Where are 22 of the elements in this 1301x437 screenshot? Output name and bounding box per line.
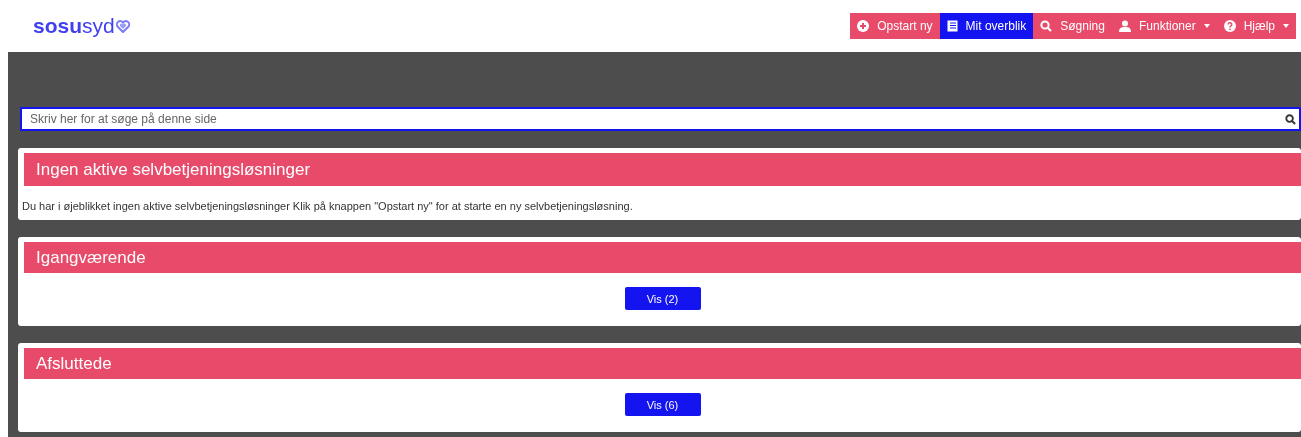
section-header: Afsluttede: [24, 348, 1301, 379]
nav-item[interactable]: Søgning: [1033, 13, 1112, 39]
section-header: Ingen aktive selvbetjeningsløsninger: [24, 153, 1301, 186]
show-button[interactable]: Vis (2): [624, 287, 701, 310]
heart-icon: [115, 19, 130, 33]
section-header: Igangværende: [24, 242, 1301, 273]
nav-item[interactable]: Hjælp: [1216, 13, 1296, 39]
nav-item[interactable]: Mit overblik: [939, 13, 1034, 39]
user-icon: [1118, 20, 1131, 32]
help-icon: [1223, 20, 1236, 32]
caret-icon: [1203, 24, 1210, 28]
search-icon: [1040, 20, 1053, 32]
plus-circle-icon: [857, 20, 870, 32]
nav-item[interactable]: Opstart ny: [850, 13, 940, 39]
caret-icon: [1283, 24, 1289, 28]
nav-item[interactable]: Funktioner: [1111, 13, 1217, 39]
search-icon[interactable]: [1285, 114, 1296, 125]
show-button[interactable]: Vis (6): [624, 393, 701, 416]
logo: sosusyd: [33, 14, 115, 38]
info-message: Du har i øjeblikket ingen aktive selvbetjeningsløsninger Klik på knappen "Opstart ny" for at starte en ny selvbetjeningsløsning.: [22, 200, 634, 212]
search-field[interactable]: Skriv her for at søge på denne side: [20, 107, 1301, 131]
book-icon: [946, 20, 958, 32]
